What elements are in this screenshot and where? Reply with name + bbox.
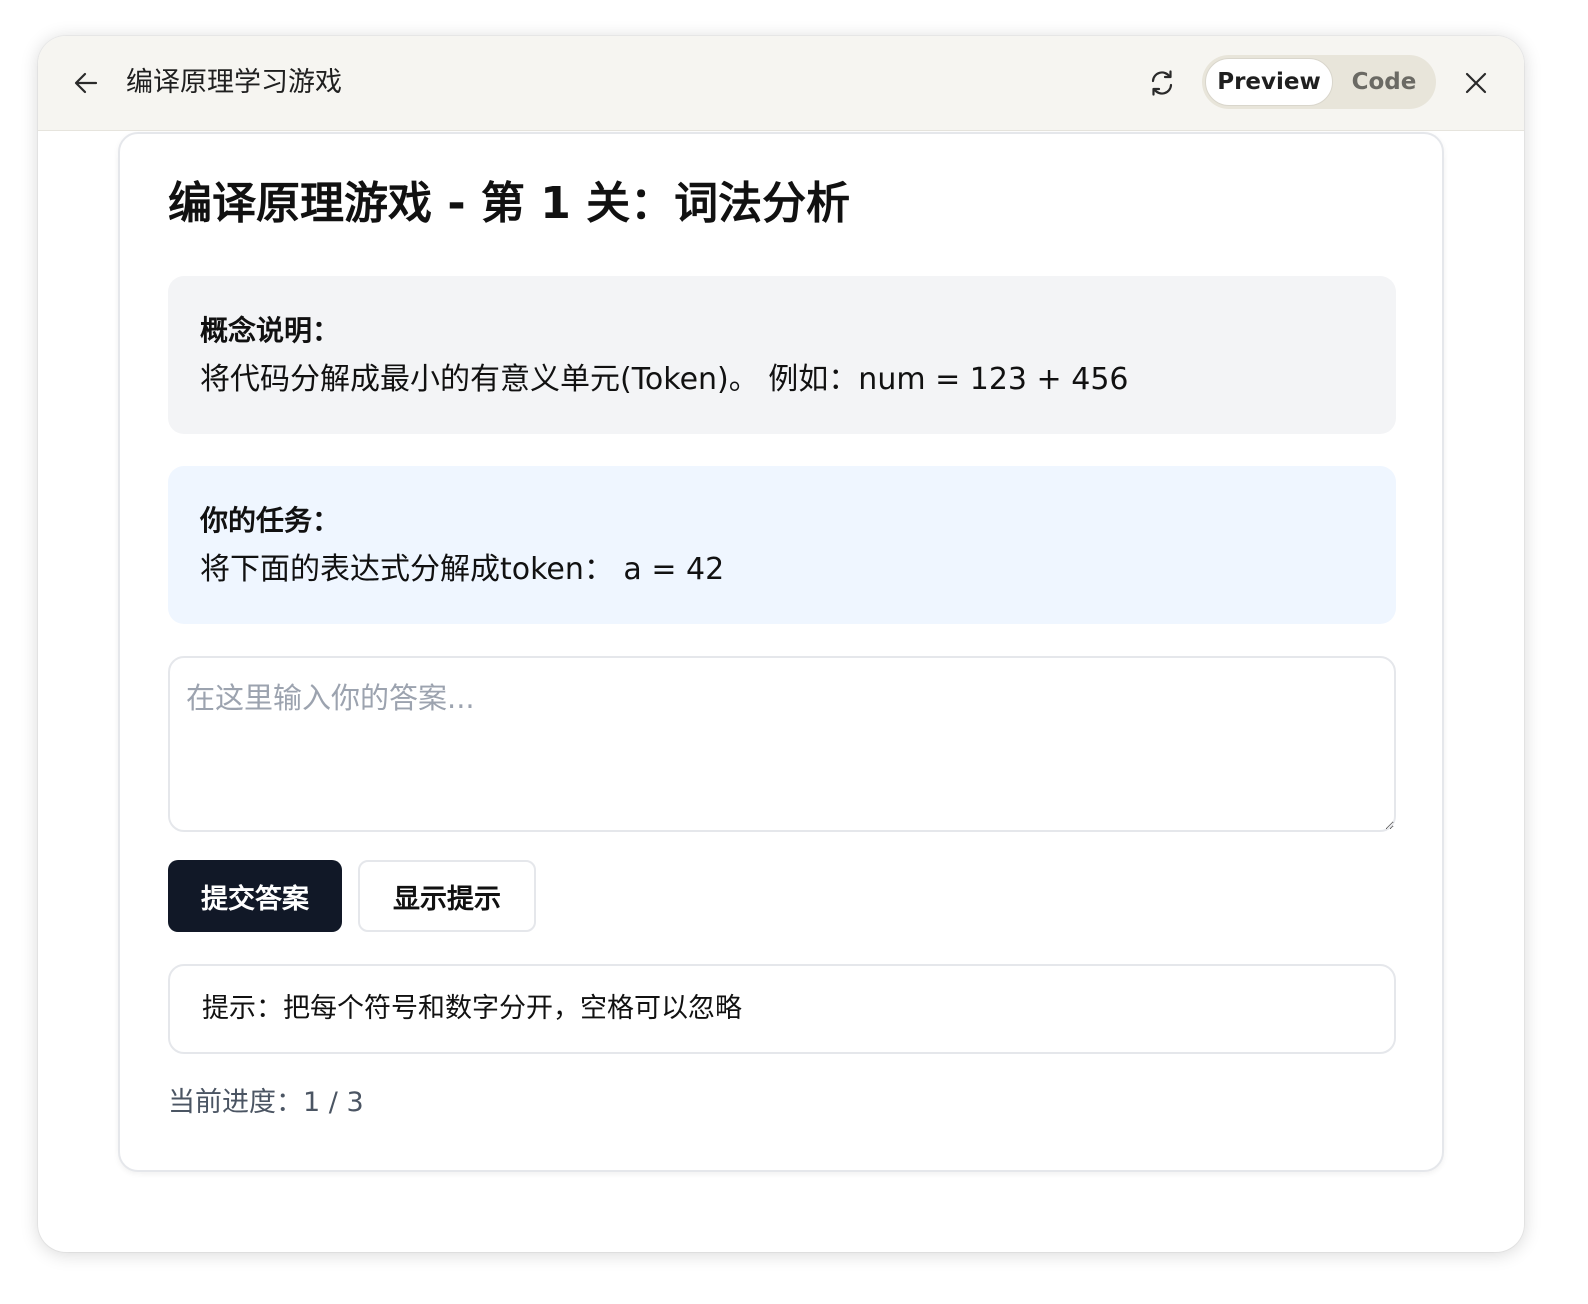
app-title: 编译原理学习游戏 xyxy=(126,67,342,98)
concept-box: 概念说明： 将代码分解成最小的有意义单元(Token)。 例如：num = 12… xyxy=(168,276,1396,434)
back-button[interactable] xyxy=(66,63,106,103)
task-text: 将下面的表达式分解成token： a = 42 xyxy=(200,552,725,587)
show-hint-button[interactable]: 显示提示 xyxy=(358,860,536,932)
game-title: 编译原理游戏 - 第 1 关：词法分析 xyxy=(168,178,851,229)
code-tab[interactable]: Code xyxy=(1336,58,1432,106)
refresh-button[interactable] xyxy=(1142,63,1182,103)
task-heading: 你的任务： xyxy=(200,504,341,537)
concept-heading: 概念说明： xyxy=(200,314,341,347)
answer-input[interactable] xyxy=(168,656,1396,832)
progress-text: 当前进度：1 / 3 xyxy=(168,1087,364,1118)
arrow-left-icon xyxy=(74,72,98,94)
task-box: 你的任务： 将下面的表达式分解成token： a = 42 xyxy=(168,466,1396,624)
preview-tab[interactable]: Preview xyxy=(1205,58,1333,106)
submit-answer-button[interactable]: 提交答案 xyxy=(168,860,342,932)
close-button[interactable] xyxy=(1456,63,1496,103)
app-window: 编译原理学习游戏 Preview Code 编译原理游戏 - 第 1 关：词法分… xyxy=(38,36,1524,1252)
concept-text: 将代码分解成最小的有意义单元(Token)。 例如：num = 123 + 45… xyxy=(200,362,1129,397)
close-icon xyxy=(1465,72,1487,94)
view-toggle: Preview Code xyxy=(1202,55,1436,109)
hint-box: 提示：把每个符号和数字分开，空格可以忽略 xyxy=(168,964,1396,1054)
refresh-icon xyxy=(1151,70,1173,96)
game-card: 编译原理游戏 - 第 1 关：词法分析 概念说明： 将代码分解成最小的有意义单元… xyxy=(118,132,1444,1172)
title-bar: 编译原理学习游戏 Preview Code xyxy=(38,36,1524,131)
hint-text: 提示：把每个符号和数字分开，空格可以忽略 xyxy=(202,993,742,1024)
